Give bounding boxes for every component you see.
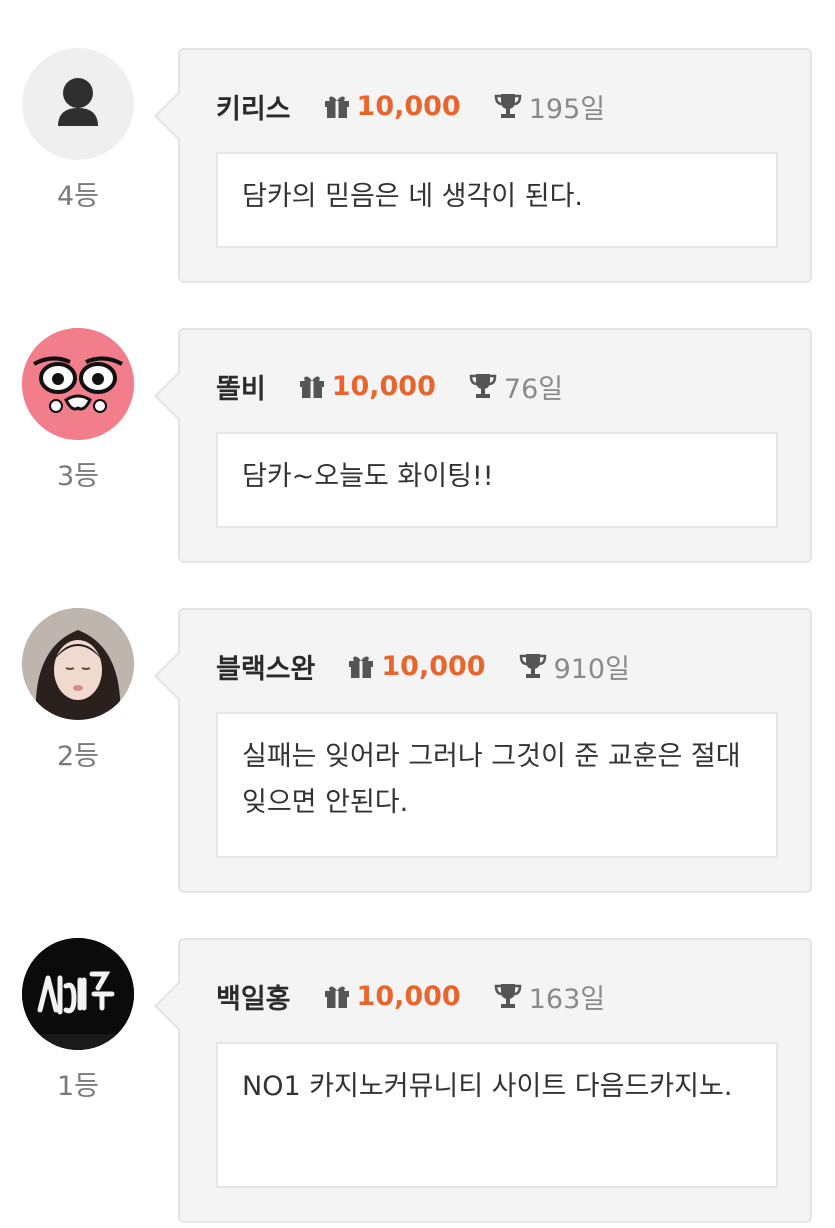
trophy-icon [519,654,546,678]
gift-icon [349,656,374,678]
attendance-days: 163일 [528,983,606,1015]
point-amount: 10,000 [356,980,461,1012]
avatar[interactable] [22,938,134,1050]
gift-icon [324,96,349,118]
username[interactable]: 키리스 [216,87,291,126]
attendance-days: 195일 [528,93,606,125]
avatar[interactable] [22,48,134,160]
comment-text: 담카~오늘도 화이팅!! [216,432,778,528]
rank-label: 1등 [56,1071,100,1102]
comment-text: 실패는 잊어라 그러나 그것이 준 교훈은 절대 잊으면 안된다. [216,712,778,858]
portrait-photo-icon [22,608,134,720]
username[interactable]: 블랙스완 [216,647,315,686]
user-silhouette-icon [58,78,98,126]
comment-card: 블랙스완 10,000 910일 실패는 잊어라 그러나 그것이 준 교훈은 절… [154,608,812,893]
username[interactable]: 똘비 [216,367,266,406]
trophy-icon [469,374,497,398]
rank-label: 3등 [56,461,100,492]
attendance-days: 910일 [553,653,630,685]
cartoon-face-icon [22,328,134,440]
username[interactable]: 백일홍 [216,977,291,1016]
gift-icon [299,376,324,398]
comment-text: NO1 카지노커뮤니티 사이트 다음드카지노. [216,1042,778,1188]
rank-label: 4등 [56,181,100,212]
avatar[interactable] [22,328,134,440]
comment-text: 담카의 믿음은 네 생각이 된다. [216,152,778,248]
point-amount: 10,000 [331,370,436,402]
neon-sign-photo-icon [22,938,134,1050]
attendance-days: 76일 [503,373,564,405]
point-amount: 10,000 [381,650,486,682]
comment-card: 똘비 10,000 76일 담카~오늘도 화이팅!! [154,328,812,563]
trophy-icon [494,94,521,118]
comment-card: 키리스 10,000 195일 담카의 믿음은 네 생각이 된다. [154,48,812,283]
comment-card: 백일홍 10,000 163일 NO1 카지노커뮤니티 사이트 다음드카지노. [154,938,812,1223]
gift-icon [324,986,349,1008]
trophy-icon [494,984,521,1008]
rank-label: 2등 [56,741,100,772]
point-amount: 10,000 [356,90,461,122]
avatar[interactable] [22,608,134,720]
